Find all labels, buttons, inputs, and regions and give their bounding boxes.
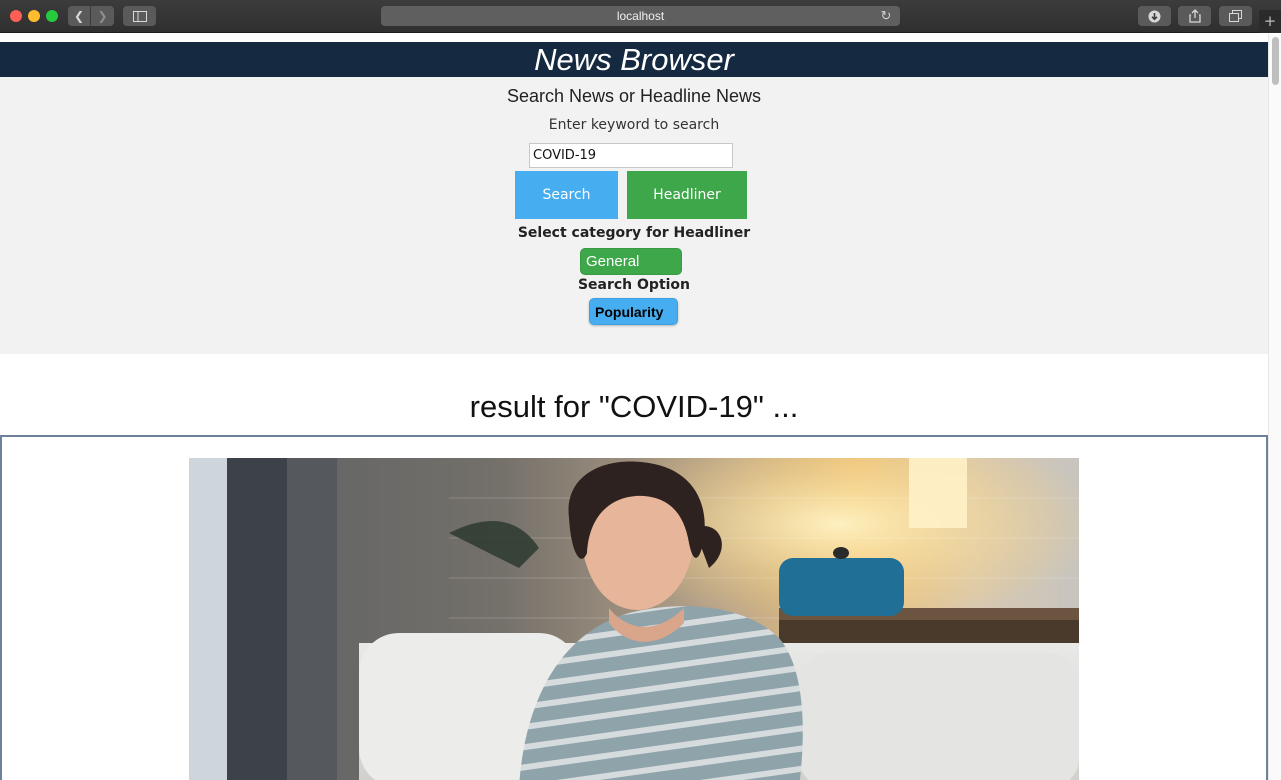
reload-icon[interactable]: ↻	[878, 8, 894, 24]
download-icon[interactable]	[1138, 6, 1171, 26]
browser-toolbar: ❮ ❯ localhost ↻ +	[0, 0, 1281, 33]
url-text: localhost	[616, 9, 665, 23]
search-panel: Search News or Headline News Enter keywo…	[0, 77, 1268, 354]
address-bar[interactable]: localhost ↻	[381, 6, 900, 26]
search-button[interactable]: Search	[515, 171, 618, 219]
article-image[interactable]	[189, 458, 1079, 780]
headliner-button[interactable]: Headliner	[627, 171, 747, 219]
panel-subtitle: Search News or Headline News	[506, 86, 762, 106]
category-select[interactable]: General	[580, 248, 682, 275]
search-input[interactable]	[529, 143, 733, 168]
result-heading: result for "COVID-19" ...	[469, 389, 799, 424]
minimize-window-button[interactable]	[28, 10, 40, 22]
maximize-window-button[interactable]	[46, 10, 58, 22]
article-card[interactable]	[0, 435, 1268, 780]
scrollbar-thumb[interactable]	[1272, 37, 1279, 85]
tabs-icon[interactable]	[1219, 6, 1252, 26]
chevron-right-icon[interactable]: ❯	[91, 6, 114, 26]
page-title: News Browser	[0, 42, 1268, 77]
close-window-button[interactable]	[10, 10, 22, 22]
page-viewport: News Browser Search News or Headline New…	[0, 34, 1281, 780]
search-option-value: Popularity	[595, 303, 664, 320]
chevron-left-icon[interactable]: ❮	[68, 6, 91, 26]
category-select-value: General	[586, 253, 640, 270]
history-navigation: ❮ ❯	[68, 6, 114, 26]
page-scrollbar[interactable]	[1268, 34, 1281, 780]
share-icon[interactable]	[1178, 6, 1211, 26]
search-option-select[interactable]: Popularity	[589, 298, 678, 325]
category-label: Select category for Headliner	[517, 225, 751, 241]
plus-icon[interactable]: +	[1259, 10, 1281, 33]
search-option-label: Search Option	[577, 277, 691, 293]
sidebar-icon[interactable]	[123, 6, 156, 26]
search-hint: Enter keyword to search	[548, 117, 720, 133]
